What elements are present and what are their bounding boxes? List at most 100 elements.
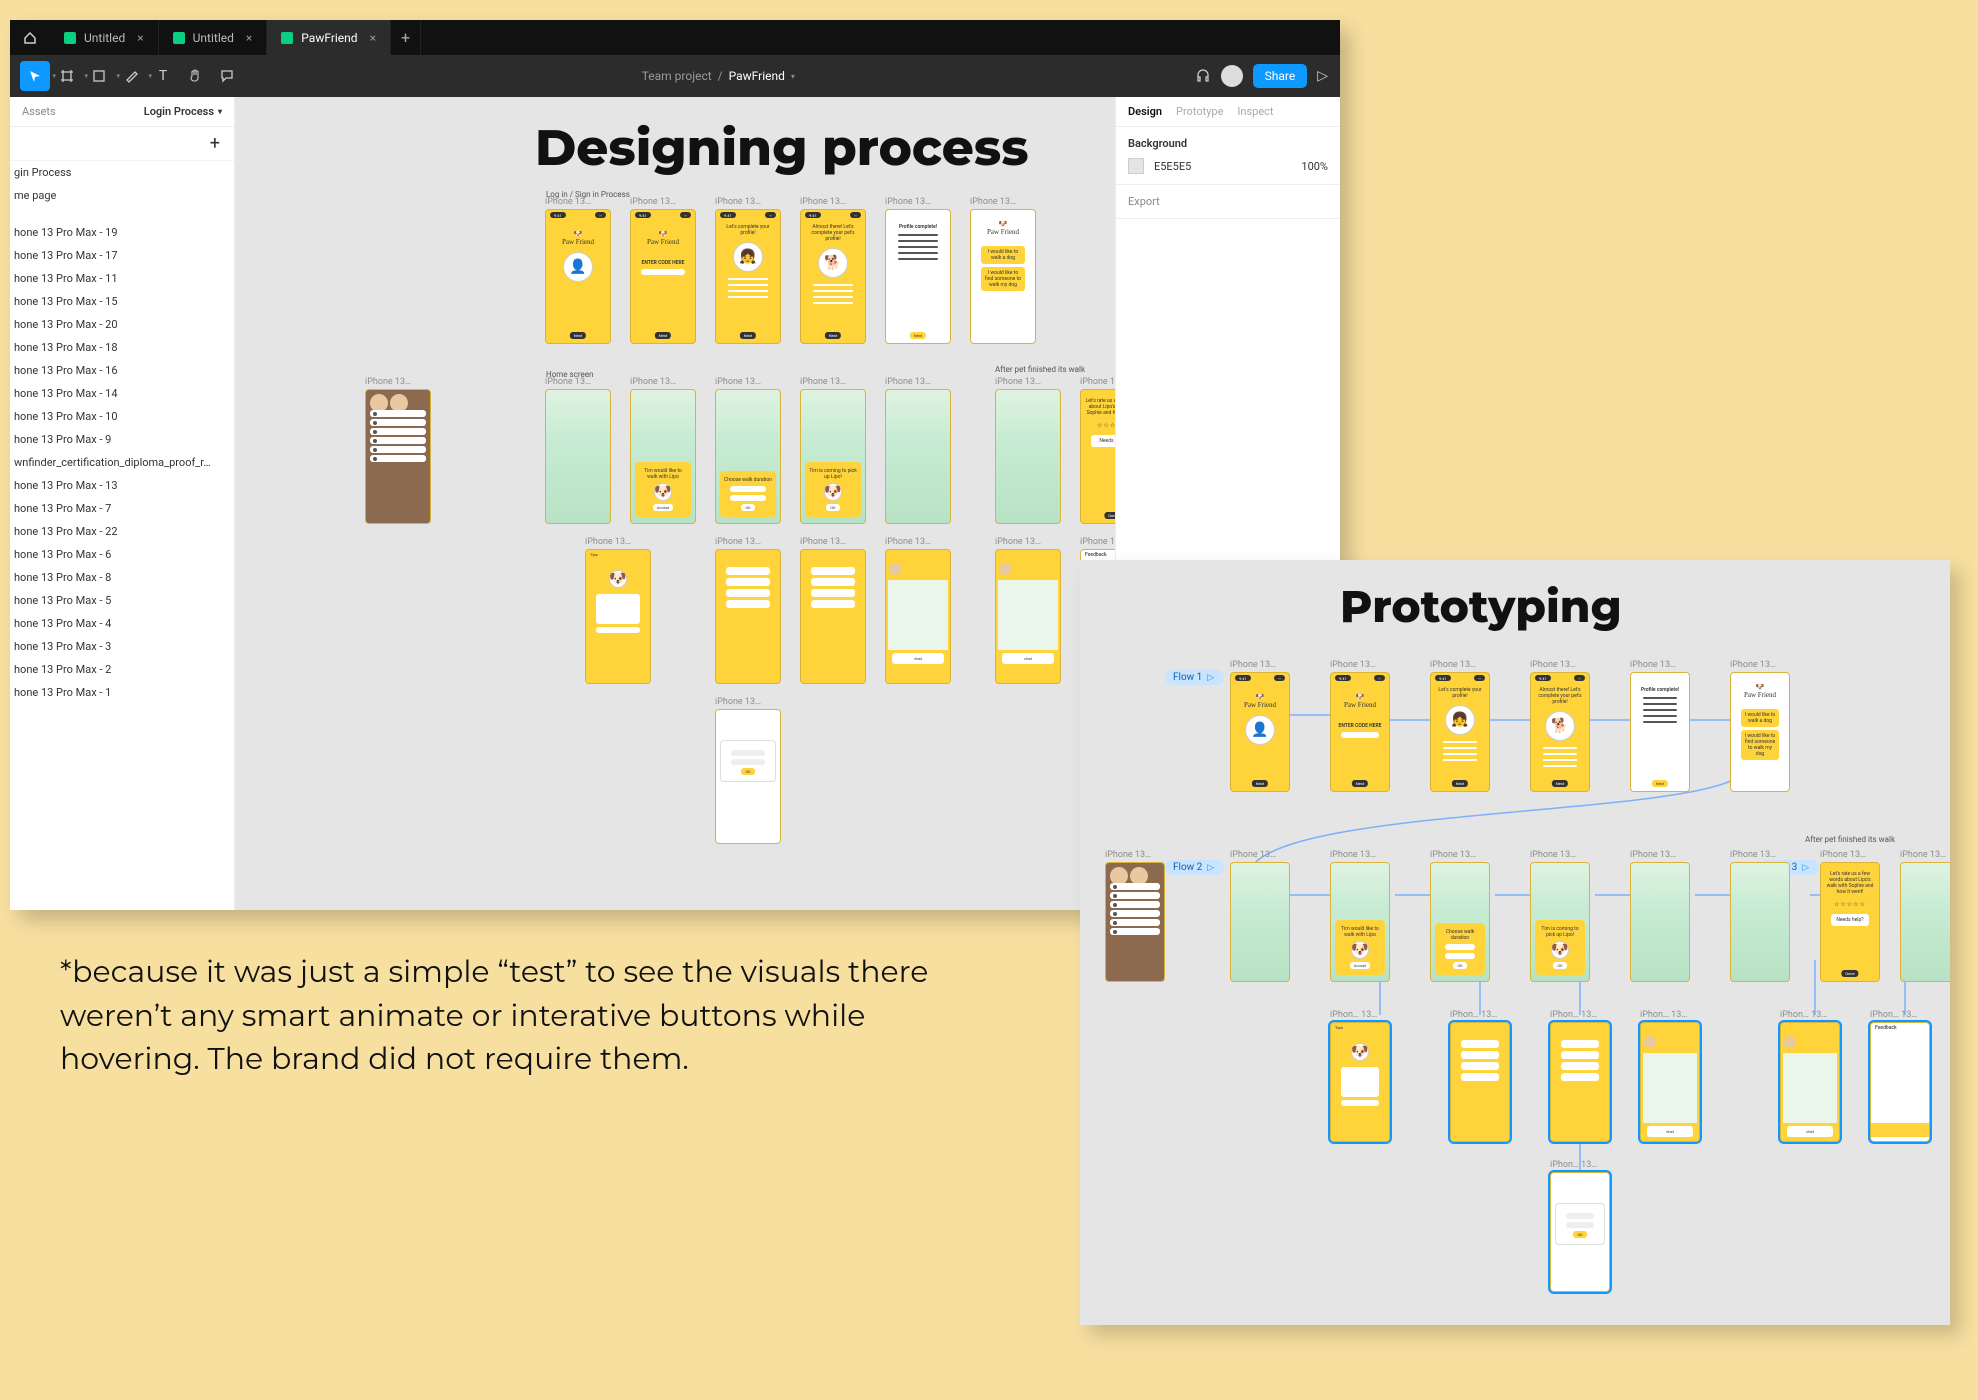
- new-tab-button[interactable]: +: [391, 20, 421, 55]
- artboard-frame[interactable]: iPhone 13…Choose walk durationOK: [715, 377, 781, 524]
- present-button[interactable]: ▷: [1317, 68, 1328, 84]
- export-section[interactable]: Export: [1116, 185, 1340, 219]
- artboard-frame[interactable]: iPhone 13…Tim would like to walk with Li…: [630, 377, 696, 524]
- tab-inspect[interactable]: Inspect: [1237, 105, 1273, 118]
- artboard-frame[interactable]: iPhone 13…: [1730, 850, 1790, 982]
- artboard-frame[interactable]: iPhone 13…9:41◦◦Almost there! Let's comp…: [800, 197, 866, 344]
- artboard-frame[interactable]: iPhone 13…9:41◦◦Let's complete your prof…: [715, 197, 781, 344]
- artboard-frame[interactable]: iPhone 13…: [365, 377, 431, 524]
- artboard-frame[interactable]: iPhone 13…9:41◦◦Let's complete your prof…: [1430, 660, 1490, 792]
- artboard-frame[interactable]: iPhone 13…chat: [885, 537, 951, 684]
- layer-item[interactable]: hone 13 Pro Max - 7: [10, 497, 234, 520]
- layer-item[interactable]: hone 13 Pro Max - 1: [10, 681, 234, 704]
- artboard-frame[interactable]: iPhone 13…9:41◦◦🐶Paw FriendENTER CODE HE…: [1330, 660, 1390, 792]
- artboard-frame[interactable]: iPhone 13…Let's rate us a few words abou…: [1080, 377, 1115, 524]
- artboard-frame[interactable]: iPhone 13…: [885, 377, 951, 524]
- artboard-frame[interactable]: iPhon… 13…chat: [1780, 1010, 1840, 1142]
- artboard-frame[interactable]: iPhon… 13…Feedback: [1870, 1010, 1930, 1142]
- assets-tab[interactable]: Assets: [22, 105, 56, 118]
- artboard-frame[interactable]: iPhone 13…: [995, 377, 1061, 524]
- artboard-frame[interactable]: iPhone 13…: [1900, 850, 1950, 982]
- figma-home-button[interactable]: [10, 20, 50, 55]
- frame-label: iPhone 13…: [885, 537, 951, 547]
- layer-item[interactable]: hone 13 Pro Max - 15: [10, 290, 234, 313]
- artboard-frame[interactable]: iPhone 13…: [1105, 850, 1165, 982]
- tab-design[interactable]: Design: [1128, 105, 1162, 118]
- layer-item[interactable]: hone 13 Pro Max - 6: [10, 543, 234, 566]
- layer-list[interactable]: gin Processme pagehone 13 Pro Max - 19ho…: [10, 161, 234, 910]
- add-page-button[interactable]: +: [10, 127, 234, 161]
- figma-file-icon: [281, 32, 293, 44]
- layer-item[interactable]: hone 13 Pro Max - 3: [10, 635, 234, 658]
- hand-tool[interactable]: [180, 61, 210, 91]
- artboard-frame[interactable]: iPhon… 13…chat: [1640, 1010, 1700, 1142]
- layer-item[interactable]: hone 13 Pro Max - 5: [10, 589, 234, 612]
- artboard-frame[interactable]: iPhone 13…: [800, 537, 866, 684]
- tab-pawfriend[interactable]: PawFriend ×: [267, 20, 391, 55]
- artboard-frame[interactable]: iPhone 13…🐶Paw FriendI would like to wal…: [970, 197, 1036, 344]
- artboard-frame[interactable]: iPhon… 13…: [1450, 1010, 1510, 1142]
- artboard-frame[interactable]: iPhone 13…Tim would like to walk with Li…: [1330, 850, 1390, 982]
- text-tool[interactable]: T: [148, 61, 178, 91]
- layer-item[interactable]: hone 13 Pro Max - 17: [10, 244, 234, 267]
- artboard-frame[interactable]: iPhone 13…9:41◦◦🐶Paw Friend👤Next: [545, 197, 611, 344]
- layer-item[interactable]: hone 13 Pro Max - 4: [10, 612, 234, 635]
- layer-item[interactable]: hone 13 Pro Max - 14: [10, 382, 234, 405]
- comment-tool[interactable]: [212, 61, 242, 91]
- close-icon[interactable]: ×: [246, 31, 252, 45]
- artboard-frame[interactable]: iPhon… 13…Tips🐶: [1330, 1010, 1390, 1142]
- layer-item[interactable]: hone 13 Pro Max - 11: [10, 267, 234, 290]
- color-swatch[interactable]: [1128, 158, 1144, 174]
- layer-item[interactable]: hone 13 Pro Max - 22: [10, 520, 234, 543]
- artboard-frame[interactable]: iPhone 13…OK: [715, 697, 781, 844]
- artboard-frame[interactable]: iPhone 13…: [1630, 850, 1690, 982]
- layer-item[interactable]: hone 13 Pro Max - 2: [10, 658, 234, 681]
- design-canvas[interactable]: Designing process Log in / Sign in Proce…: [235, 97, 1115, 910]
- layer-item[interactable]: hone 13 Pro Max - 9: [10, 428, 234, 451]
- close-icon[interactable]: ×: [137, 31, 143, 45]
- layer-item[interactable]: wnfinder_certification_diploma_proof_r…: [10, 451, 234, 474]
- tab-untitled-1[interactable]: Untitled ×: [50, 20, 159, 55]
- artboard-frame[interactable]: iPhone 13…Tim is coming to pick up Lipo!…: [800, 377, 866, 524]
- headphones-icon[interactable]: [1195, 67, 1211, 86]
- tab-prototype[interactable]: Prototype: [1176, 105, 1223, 118]
- layer-item[interactable]: hone 13 Pro Max - 13: [10, 474, 234, 497]
- layer-item[interactable]: hone 13 Pro Max - 19: [10, 221, 234, 244]
- frame-tool[interactable]: ▾: [52, 61, 82, 91]
- artboard-frame[interactable]: iPhone 13…Tips🐶: [585, 537, 651, 684]
- pen-tool[interactable]: ▾: [116, 61, 146, 91]
- layer-item[interactable]: hone 13 Pro Max - 16: [10, 359, 234, 382]
- artboard-frame[interactable]: iPhone 13…Choose walk durationOK: [1430, 850, 1490, 982]
- breadcrumb[interactable]: Team project / PawFriend ▾: [242, 69, 1195, 83]
- layer-item[interactable]: me page: [10, 184, 234, 207]
- tab-untitled-2[interactable]: Untitled ×: [159, 20, 268, 55]
- artboard-frame[interactable]: iPhone 13…: [715, 537, 781, 684]
- page-selector[interactable]: Login Process ▾: [144, 105, 222, 118]
- artboard-frame[interactable]: iPhone 13…🐶Paw FriendI would like to wal…: [1730, 660, 1790, 792]
- artboard-frame[interactable]: iPhone 13…Tim is coming to pick up Lipo!…: [1530, 850, 1590, 982]
- artboard-frame[interactable]: iPhone 13…: [545, 377, 611, 524]
- move-tool[interactable]: ▾: [20, 61, 50, 91]
- artboard-frame[interactable]: iPhon… 13…OK: [1550, 1160, 1610, 1292]
- artboard-frame[interactable]: iPhone 13…9:41◦◦🐶Paw Friend👤Next: [1230, 660, 1290, 792]
- flow-start-2[interactable]: Flow 2▷: [1165, 860, 1224, 875]
- close-icon[interactable]: ×: [370, 31, 376, 45]
- flow-start-1[interactable]: Flow 1▷: [1165, 670, 1224, 685]
- layer-item[interactable]: hone 13 Pro Max - 20: [10, 313, 234, 336]
- layer-item[interactable]: hone 13 Pro Max - 18: [10, 336, 234, 359]
- artboard-frame[interactable]: iPhone 13…Profile complete!Next: [1630, 660, 1690, 792]
- artboard-frame[interactable]: iPhone 13…: [1230, 850, 1290, 982]
- avatar[interactable]: [1221, 65, 1243, 87]
- layer-item[interactable]: hone 13 Pro Max - 8: [10, 566, 234, 589]
- artboard-frame[interactable]: iPhone 13…9:41◦◦Almost there! Let's comp…: [1530, 660, 1590, 792]
- share-button[interactable]: Share: [1253, 64, 1308, 88]
- shape-tool[interactable]: ▾: [84, 61, 114, 91]
- artboard-frame[interactable]: iPhon… 13…: [1550, 1010, 1610, 1142]
- artboard-frame[interactable]: iPhone 13…Profile complete!Next: [885, 197, 951, 344]
- background-row[interactable]: E5E5E5 100%: [1128, 158, 1328, 174]
- artboard-frame[interactable]: iPhone 13…chat: [995, 537, 1061, 684]
- artboard-frame[interactable]: iPhone 13…Let's rate us a few words abou…: [1820, 850, 1880, 982]
- layer-item[interactable]: hone 13 Pro Max - 10: [10, 405, 234, 428]
- layer-item[interactable]: gin Process: [10, 161, 234, 184]
- artboard-frame[interactable]: iPhone 13…9:41◦◦🐶Paw FriendENTER CODE HE…: [630, 197, 696, 344]
